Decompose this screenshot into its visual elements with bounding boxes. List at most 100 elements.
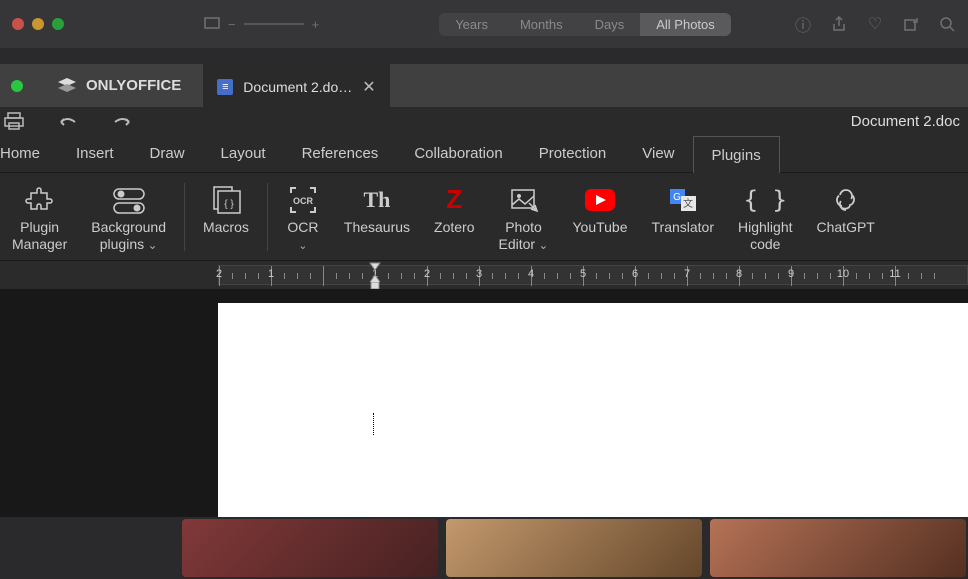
- bg-zoom-icon: [52, 18, 64, 30]
- plugin-label: OCR⌄: [287, 219, 318, 253]
- highlight-code-button[interactable]: { } Highlightcode: [726, 179, 804, 253]
- menubar: Home Insert Draw Layout References Colla…: [0, 135, 968, 173]
- chatgpt-button[interactable]: ChatGPT: [805, 179, 887, 236]
- document-icon: ≡: [217, 79, 233, 95]
- plugin-label: YouTube: [572, 219, 627, 236]
- bg-filter-pills: Years Months Days All Photos: [439, 13, 731, 36]
- youtube-button[interactable]: YouTube: [560, 179, 639, 236]
- bg-traffic-lights: [12, 18, 64, 30]
- quick-access-toolbar: Document 2.doc: [0, 107, 968, 135]
- plugin-label: Zotero: [434, 219, 474, 236]
- text-cursor: [373, 413, 374, 435]
- undo-icon[interactable]: [56, 109, 80, 133]
- document-page[interactable]: [218, 303, 968, 517]
- ruler-number: 2: [424, 268, 430, 280]
- menu-references[interactable]: References: [284, 135, 397, 172]
- document-canvas: [0, 289, 968, 517]
- translator-button[interactable]: G 文 Translator: [640, 179, 727, 236]
- background-plugins-icon: [112, 183, 146, 217]
- zoom-window-icon[interactable]: [11, 80, 23, 92]
- ruler-number: 7: [684, 268, 690, 280]
- bg-pill-months: Months: [504, 13, 579, 36]
- ruler-number: 4: [528, 268, 534, 280]
- plugin-manager-button[interactable]: PluginManager: [0, 179, 79, 253]
- plugin-label: Translator: [652, 219, 715, 236]
- bg-toolbar: − + Years Months Days All Photos ⓘ ♡: [0, 0, 968, 48]
- print-icon[interactable]: [2, 109, 26, 133]
- aspect-icon: [204, 17, 220, 32]
- svg-text:OCR: OCR: [293, 196, 314, 206]
- bg-zoom-slider: − +: [204, 17, 319, 32]
- plugin-label: Backgroundplugins: [91, 219, 166, 253]
- menu-plugins[interactable]: Plugins: [693, 136, 780, 173]
- heart-icon: ♡: [866, 15, 884, 33]
- plugin-manager-icon: [25, 183, 55, 217]
- macros-icon: { }: [211, 183, 241, 217]
- svg-text:文: 文: [683, 197, 693, 210]
- titlebar: ONLYOFFICE ≡ Document 2.do… ✕: [0, 64, 968, 107]
- plugin-label: Thesaurus: [344, 219, 410, 236]
- ruler-track: 211234567891011: [218, 265, 968, 285]
- bg-minimize-icon: [32, 18, 44, 30]
- onlyoffice-logo-icon: [56, 76, 78, 96]
- close-tab-icon[interactable]: ✕: [362, 77, 375, 97]
- svg-text:{ }: { }: [224, 199, 234, 210]
- rotate-icon: [902, 15, 920, 33]
- brand-label: ONLYOFFICE: [86, 77, 181, 94]
- highlight-code-icon: { }: [744, 183, 787, 217]
- background-plugins-button[interactable]: Backgroundplugins: [79, 179, 178, 253]
- share-icon: [830, 15, 848, 33]
- bg-photo-thumb: [710, 519, 966, 577]
- menu-layout[interactable]: Layout: [203, 135, 284, 172]
- bg-pill-years: Years: [439, 13, 504, 36]
- ribbon-plugins: PluginManager Backgroundplugins { } Macr…: [0, 173, 968, 261]
- ruler-number: 5: [580, 268, 586, 280]
- plugin-label: ChatGPT: [817, 219, 875, 236]
- ruler-number: 3: [476, 268, 482, 280]
- ocr-button[interactable]: OCR OCR⌄: [274, 179, 332, 253]
- bg-close-icon: [12, 18, 24, 30]
- document-title: Document 2.doc: [851, 113, 960, 130]
- menu-collaboration[interactable]: Collaboration: [396, 135, 520, 172]
- chatgpt-icon: [832, 183, 860, 217]
- svg-text:G: G: [673, 192, 681, 203]
- redo-icon[interactable]: [110, 109, 134, 133]
- photo-editor-button[interactable]: PhotoEditor: [487, 179, 561, 253]
- ocr-icon: OCR: [288, 183, 318, 217]
- menu-home[interactable]: Home: [0, 135, 58, 172]
- document-tab[interactable]: ≡ Document 2.do… ✕: [203, 64, 389, 107]
- thesaurus-button[interactable]: Th Thesaurus: [332, 179, 422, 236]
- plugin-label: PluginManager: [12, 219, 67, 253]
- ruler-number: 8: [736, 268, 742, 280]
- zotero-button[interactable]: Z Zotero: [422, 179, 486, 236]
- document-tab-label: Document 2.do…: [243, 79, 352, 95]
- translator-icon: G 文: [668, 183, 698, 217]
- indent-marker-icon[interactable]: [369, 262, 381, 289]
- menu-draw[interactable]: Draw: [132, 135, 203, 172]
- brand-tab[interactable]: ONLYOFFICE: [34, 64, 203, 107]
- menu-view[interactable]: View: [624, 135, 692, 172]
- youtube-icon: [584, 183, 616, 217]
- zotero-icon: Z: [446, 183, 462, 217]
- bg-right-icons: ⓘ ♡: [794, 15, 956, 33]
- bg-photo-thumb: [182, 519, 438, 577]
- menu-insert[interactable]: Insert: [58, 135, 132, 172]
- plugin-label: Macros: [203, 219, 249, 236]
- bg-pill-days: Days: [579, 13, 641, 36]
- horizontal-ruler[interactable]: 211234567891011: [0, 261, 968, 289]
- menu-protection[interactable]: Protection: [521, 135, 625, 172]
- window-controls: [0, 64, 34, 107]
- plugin-label: PhotoEditor: [499, 219, 549, 253]
- ribbon-divider: [184, 183, 185, 251]
- macros-button[interactable]: { } Macros: [191, 179, 261, 236]
- thesaurus-icon: Th: [364, 183, 391, 217]
- bg-pill-all: All Photos: [640, 13, 731, 36]
- ruler-number: 1: [268, 268, 274, 280]
- ribbon-divider: [267, 183, 268, 251]
- photo-editor-icon: [509, 183, 539, 217]
- info-icon: ⓘ: [794, 15, 812, 33]
- onlyoffice-window: ONLYOFFICE ≡ Document 2.do… ✕ Document 2…: [0, 64, 968, 517]
- bg-photo-thumb: [446, 519, 702, 577]
- bg-gallery: [180, 517, 968, 579]
- plugin-label: Highlightcode: [738, 219, 792, 253]
